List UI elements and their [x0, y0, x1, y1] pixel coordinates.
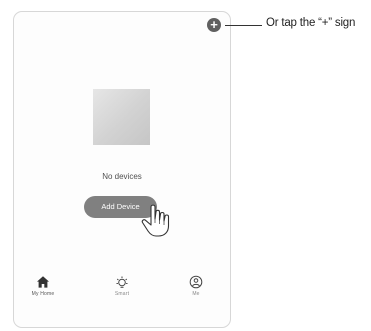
home-icon	[37, 276, 49, 288]
profile-icon	[189, 275, 203, 289]
tab-smart[interactable]: Smart	[97, 275, 147, 297]
callout-text: Or tap the “+” sign	[266, 17, 356, 29]
tab-label: My Home	[31, 291, 55, 297]
empty-state-image	[93, 89, 150, 145]
callout-line	[225, 25, 262, 26]
pointing-hand-icon	[141, 204, 170, 237]
empty-state-text: No devices	[102, 172, 142, 181]
add-icon[interactable]: +	[207, 18, 221, 32]
bottom-tab-bar: My Home Smart Me	[13, 272, 231, 328]
smart-icon	[116, 276, 128, 288]
tab-me[interactable]: Me	[171, 275, 221, 297]
tab-label: Smart	[114, 291, 130, 297]
tab-label: Me	[192, 291, 200, 297]
tab-my-home[interactable]: My Home	[18, 275, 68, 297]
